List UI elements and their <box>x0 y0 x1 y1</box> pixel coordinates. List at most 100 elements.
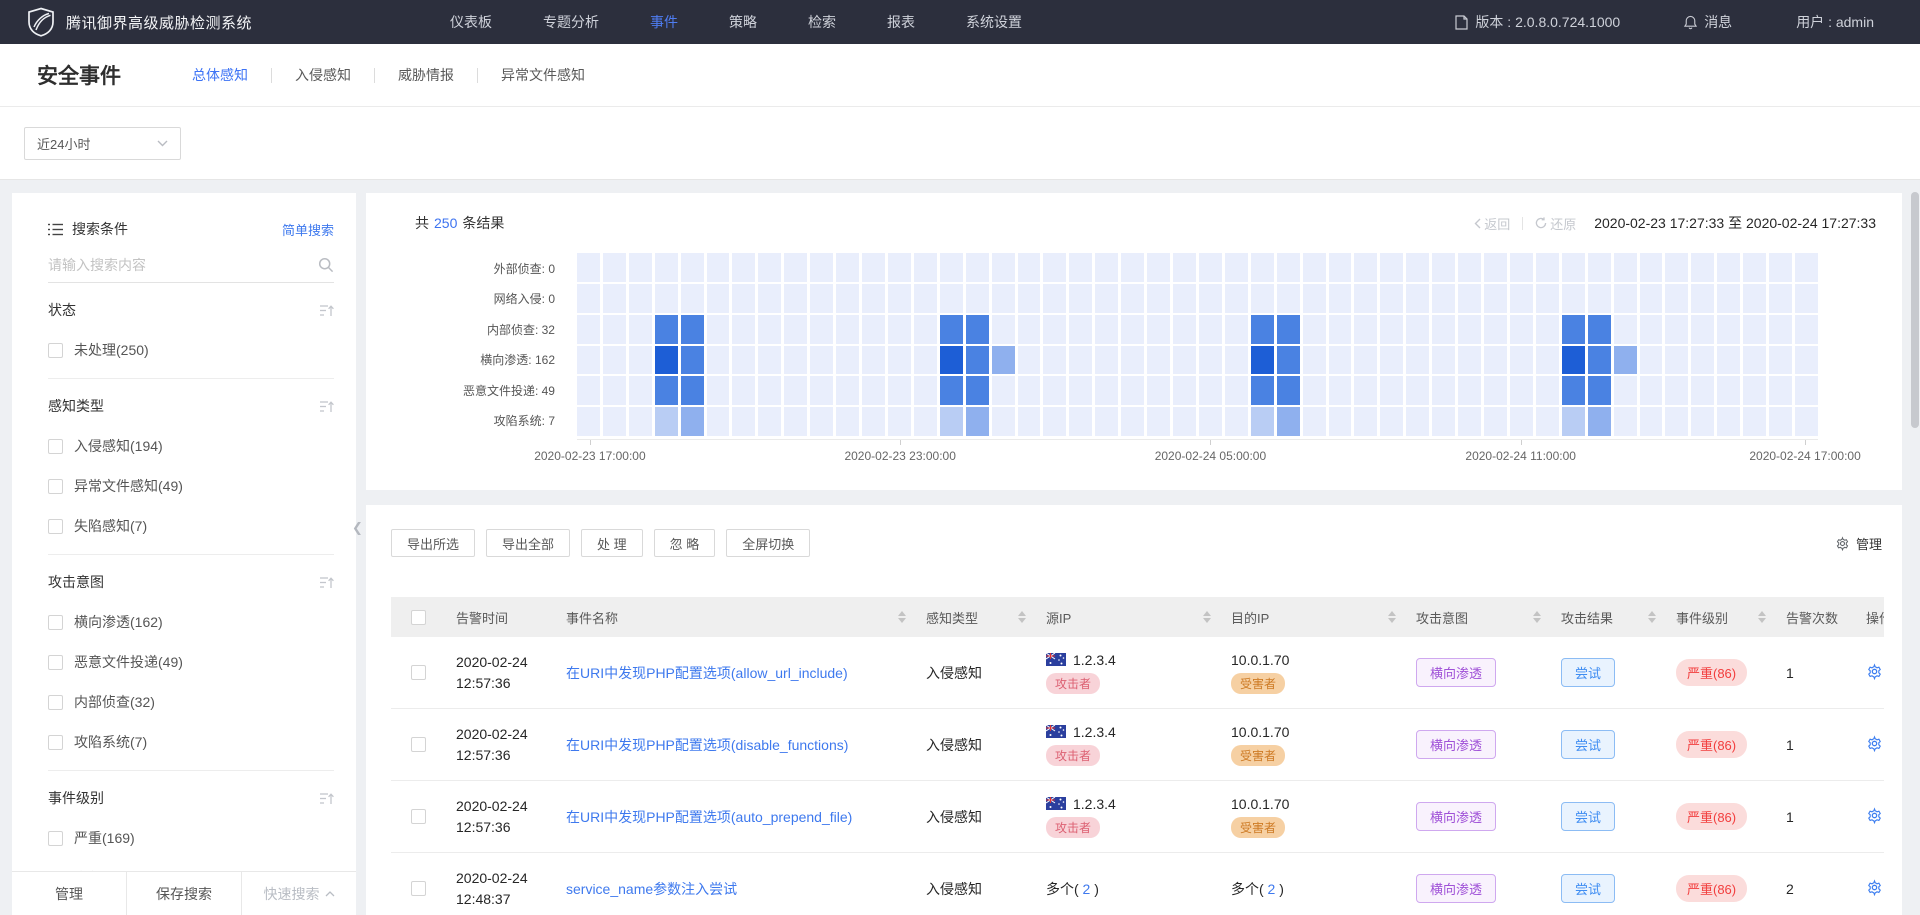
toolbar-button-忽略[interactable]: 忽 略 <box>654 529 716 557</box>
toolbar-button-导出全部[interactable]: 导出全部 <box>486 529 570 557</box>
row-checkbox[interactable] <box>411 809 426 824</box>
event-name-link[interactable]: 在URI中发现PHP配置选项(auto_prepend_file) <box>566 809 852 825</box>
toolbar-button-导出所选[interactable]: 导出所选 <box>391 529 475 557</box>
axis-tick <box>1521 440 1522 445</box>
column-header-感知类型[interactable]: 感知类型 <box>916 597 1036 637</box>
filter-option-恶意文件投递(49)[interactable]: 恶意文件投递(49) <box>48 652 334 672</box>
filter-option-入侵感知(194)[interactable]: 入侵感知(194) <box>48 436 334 456</box>
filter-option-严重(169)[interactable]: 严重(169) <box>48 828 334 848</box>
column-header-事件级别[interactable]: 事件级别 <box>1666 597 1776 637</box>
sort-icon[interactable] <box>1648 611 1656 623</box>
nav-item-报表[interactable]: 报表 <box>887 12 915 32</box>
event-name-link[interactable]: 在URI中发现PHP配置选项(disable_functions) <box>566 737 848 753</box>
checkbox[interactable] <box>48 831 63 846</box>
row-settings-gear-icon[interactable] <box>1866 735 1883 752</box>
search-icon[interactable] <box>318 257 334 273</box>
row-settings-gear-icon[interactable] <box>1866 807 1883 824</box>
checkbox[interactable] <box>48 615 63 630</box>
heatmap-cell <box>1251 376 1274 405</box>
column-header-目的IP[interactable]: 目的IP <box>1221 597 1406 637</box>
nav-item-检索[interactable]: 检索 <box>808 12 836 32</box>
checkbox[interactable] <box>48 343 63 358</box>
sort-icon[interactable] <box>1203 611 1211 623</box>
row-checkbox[interactable] <box>411 737 426 752</box>
sort-filter-icon[interactable] <box>320 576 334 589</box>
checkbox[interactable] <box>48 519 63 534</box>
search-sidebar: 搜索条件 简单搜索 状态未处理(250)感知类型入侵感知(194)异常文件感知(… <box>12 193 356 915</box>
tab-总体感知[interactable]: 总体感知 <box>169 62 271 88</box>
toolbar-button-处理[interactable]: 处 理 <box>581 529 643 557</box>
sort-icon[interactable] <box>898 611 906 623</box>
heatmap-cell <box>1018 284 1041 313</box>
time-range-select[interactable]: 近24小时 <box>24 127 181 160</box>
heatmap-cell <box>1380 284 1403 313</box>
filter-option-内部侦查(32)[interactable]: 内部侦查(32) <box>48 692 334 712</box>
event-name-link[interactable]: 在URI中发现PHP配置选项(allow_url_include) <box>566 665 848 681</box>
checkbox[interactable] <box>48 695 63 710</box>
row-settings-gear-icon[interactable] <box>1866 663 1883 680</box>
checkbox[interactable] <box>48 655 63 670</box>
heatmap-grid[interactable] <box>577 253 1818 436</box>
sidebar-collapse-handle[interactable]: ❮ <box>352 520 363 536</box>
multi-ip-count[interactable]: 2 <box>1264 881 1280 897</box>
search-input[interactable] <box>48 257 318 273</box>
toolbar-button-全屏切换[interactable]: 全屏切换 <box>726 529 810 557</box>
tab-入侵感知[interactable]: 入侵感知 <box>272 62 374 88</box>
messages-item[interactable]: 消息 <box>1684 12 1732 32</box>
filter-option-失陷感知(7)[interactable]: 失陷感知(7) <box>48 516 334 536</box>
table-body: 2020-02-2412:57:36在URI中发现PHP配置选项(allow_u… <box>391 637 1884 915</box>
row-checkbox[interactable] <box>411 881 426 896</box>
nav-item-系统设置[interactable]: 系统设置 <box>966 12 1022 32</box>
restore-button[interactable]: 还原 <box>1535 214 1576 233</box>
nav-item-专题分析[interactable]: 专题分析 <box>543 12 599 32</box>
back-button[interactable]: 返回 <box>1474 214 1510 233</box>
filter-option-异常文件感知(49)[interactable]: 异常文件感知(49) <box>48 476 334 496</box>
simple-search-link[interactable]: 简单搜索 <box>282 220 334 239</box>
nav-menu: 仪表板 专题分析 事件 策略 检索 报表 系统设置 <box>450 12 1022 32</box>
sort-filter-icon[interactable] <box>320 400 334 413</box>
column-header-事件名称[interactable]: 事件名称 <box>556 597 916 637</box>
heatmap-cell <box>1588 315 1611 344</box>
sort-icon[interactable] <box>1533 611 1541 623</box>
heatmap-cell <box>1043 284 1066 313</box>
alert-count: 1 <box>1776 665 1856 681</box>
nav-item-事件[interactable]: 事件 <box>650 12 678 32</box>
heatmap-cell <box>1147 346 1170 375</box>
page-scrollbar[interactable] <box>1911 192 1919 428</box>
column-header-源IP[interactable]: 源IP <box>1036 597 1221 637</box>
filter-option-未处理(250)[interactable]: 未处理(250) <box>48 340 334 360</box>
results-suffix: 条结果 <box>462 213 504 233</box>
tab-异常文件感知[interactable]: 异常文件感知 <box>478 62 608 88</box>
sort-filter-icon[interactable] <box>320 304 334 317</box>
filter-section-状态: 状态未处理(250) <box>48 283 334 379</box>
column-header-攻击结果[interactable]: 攻击结果 <box>1551 597 1666 637</box>
select-all-checkbox[interactable] <box>411 610 426 625</box>
axis-tick-label: 2020-02-24 11:00:00 <box>1465 449 1576 463</box>
nav-item-仪表板[interactable]: 仪表板 <box>450 12 492 32</box>
checkbox[interactable] <box>48 735 63 750</box>
checkbox[interactable] <box>48 439 63 454</box>
sort-icon[interactable] <box>1758 611 1766 623</box>
tab-威胁情报[interactable]: 威胁情报 <box>375 62 477 88</box>
sidebar-footer-快速搜索[interactable]: 快速搜索 <box>241 872 356 915</box>
filter-option-横向渗透(162)[interactable]: 横向渗透(162) <box>48 612 334 632</box>
event-name-link[interactable]: service_name参数注入尝试 <box>566 881 737 897</box>
manage-button[interactable]: 管理 <box>1835 534 1882 553</box>
sidebar-footer-保存搜索[interactable]: 保存搜索 <box>126 872 241 915</box>
row-settings-gear-icon[interactable] <box>1866 879 1883 896</box>
filter-option-攻陷系统(7)[interactable]: 攻陷系统(7) <box>48 732 334 752</box>
column-header-攻击意图[interactable]: 攻击意图 <box>1406 597 1551 637</box>
sort-icon[interactable] <box>1388 611 1396 623</box>
heatmap-cell <box>1665 284 1688 313</box>
user-item[interactable]: 用户 : admin <box>1796 12 1874 32</box>
sort-icon[interactable] <box>1018 611 1026 623</box>
row-checkbox[interactable] <box>411 665 426 680</box>
sort-filter-icon[interactable] <box>320 792 334 805</box>
heatmap-cell <box>1691 346 1714 375</box>
ip-role-badge: 受害者 <box>1231 817 1285 838</box>
checkbox[interactable] <box>48 479 63 494</box>
sidebar-footer-管理[interactable]: 管理 <box>12 872 126 915</box>
nav-item-策略[interactable]: 策略 <box>729 12 757 32</box>
heatmap-cell <box>784 346 807 375</box>
multi-ip-count[interactable]: 2 <box>1079 881 1095 897</box>
